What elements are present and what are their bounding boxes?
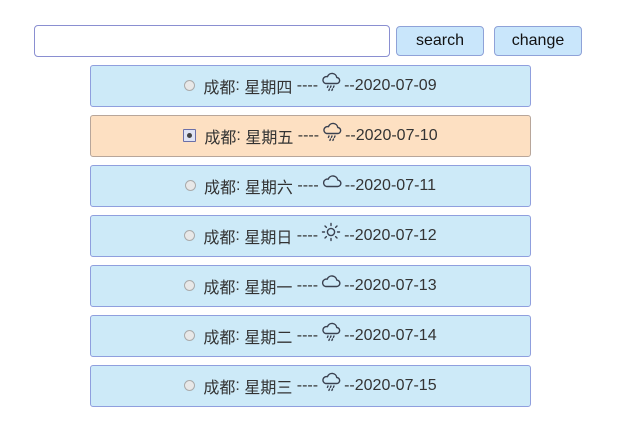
date-label: --2020-07-12 [344, 227, 437, 244]
rain-icon [320, 71, 342, 93]
radio-button[interactable] [185, 179, 196, 191]
cloud-icon [320, 271, 342, 293]
change-button[interactable]: change [494, 26, 582, 56]
weekday-label: 星期五 [245, 130, 294, 147]
radio-button[interactable] [184, 229, 196, 241]
rain-icon [320, 321, 342, 343]
date-label: --2020-07-15 [344, 377, 437, 394]
city-label: 成都 [204, 180, 237, 197]
city-label: 成都 [204, 130, 237, 147]
forecast-item[interactable]: 成都: 星期二 ---- --2020-07-14 [90, 315, 531, 357]
weekday-label: 星期六 [244, 180, 293, 197]
separator: ---- [292, 77, 319, 94]
forecast-item[interactable]: 成都: 星期三 ---- --2020-07-15 [90, 365, 531, 407]
search-input[interactable] [34, 25, 390, 57]
city-label: 成都 [203, 330, 236, 347]
weekday-label: 星期一 [244, 280, 293, 297]
city-label: 成都 [203, 280, 236, 297]
forecast-item[interactable]: 成都: 星期五 ---- --2020-07-10 [90, 115, 531, 157]
date-label: --2020-07-10 [345, 127, 438, 144]
sun-icon [320, 221, 342, 243]
toolbar: search change [34, 25, 582, 57]
radio-button[interactable] [183, 128, 197, 142]
radio-button[interactable] [184, 79, 196, 91]
forecast-item[interactable]: 成都: 星期日 ---- --2020-07-12 [90, 215, 531, 257]
city-label: 成都 [203, 80, 236, 97]
radio-button[interactable] [184, 329, 196, 341]
cloud-icon [321, 171, 343, 193]
city-label: 成都 [203, 230, 236, 247]
radio-button[interactable] [184, 279, 196, 291]
forecast-item[interactable]: 成都: 星期一 ---- --2020-07-13 [90, 265, 531, 307]
date-label: --2020-07-13 [344, 277, 437, 294]
date-label: --2020-07-14 [344, 327, 437, 344]
date-label: --2020-07-11 [344, 177, 436, 194]
separator: ---- [292, 277, 319, 294]
rain-icon [321, 121, 343, 143]
weekday-label: 星期四 [244, 80, 293, 97]
weekday-label: 星期三 [244, 380, 293, 397]
weekday-label: 星期二 [244, 330, 293, 347]
separator: ---- [292, 177, 319, 194]
separator: ---- [293, 127, 320, 144]
date-label: --2020-07-09 [344, 77, 437, 94]
separator: ---- [292, 327, 319, 344]
radio-button[interactable] [184, 379, 196, 391]
forecast-item[interactable]: 成都: 星期六 ---- --2020-07-11 [90, 165, 531, 207]
rain-icon [320, 371, 342, 393]
separator: ---- [292, 377, 319, 394]
weekday-label: 星期日 [244, 230, 293, 247]
city-label: 成都 [203, 380, 236, 397]
separator: ---- [292, 227, 319, 244]
forecast-item[interactable]: 成都: 星期四 ---- --2020-07-09 [90, 65, 531, 107]
search-button[interactable]: search [396, 26, 484, 56]
